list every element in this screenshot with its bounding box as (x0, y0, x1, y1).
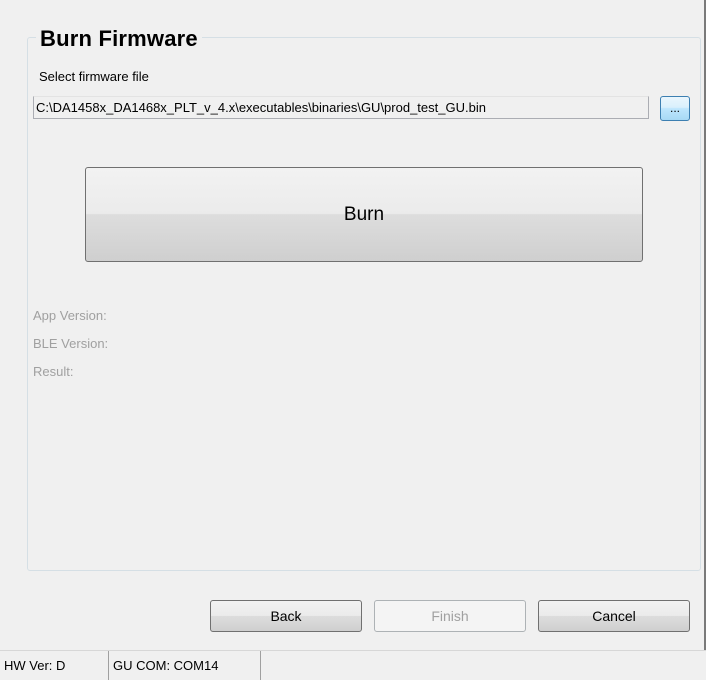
browse-button[interactable]: ... (660, 96, 690, 121)
firmware-path-field[interactable]: C:\DA1458x_DA1468x_PLT_v_4.x\executables… (33, 96, 649, 119)
hw-version-status: HW Ver: D (0, 651, 109, 680)
ble-version-label: BLE Version: (33, 336, 109, 351)
burn-firmware-window: Burn Firmware Select firmware file C:\DA… (0, 0, 706, 680)
app-version-label: App Version: (33, 308, 107, 323)
group-title: Burn Firmware (36, 26, 202, 52)
cancel-button[interactable]: Cancel (538, 600, 690, 632)
burn-button[interactable]: Burn (85, 167, 643, 262)
gu-com-status: GU COM: COM14 (109, 651, 261, 680)
back-button[interactable]: Back (210, 600, 362, 632)
result-label: Result: (33, 364, 74, 379)
status-bar: HW Ver: D GU COM: COM14 (0, 650, 706, 680)
select-firmware-label: Select firmware file (39, 69, 149, 84)
finish-button[interactable]: Finish (374, 600, 526, 632)
